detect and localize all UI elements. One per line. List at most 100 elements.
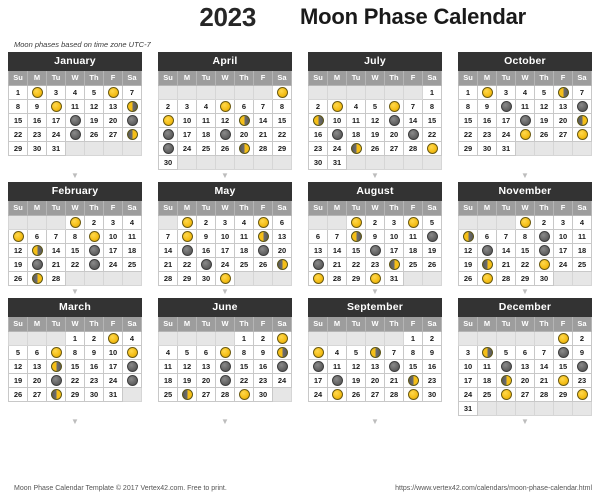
- empty-day-cell: [46, 331, 66, 346]
- day-cell-moon: [534, 243, 554, 258]
- month-block-july: July Su M Tu W Th F Sa 1 2 4 5 7 8 10 11 12 14 15 16 18 19 20 2…: [300, 52, 450, 170]
- day-cell-moon: [177, 215, 197, 230]
- empty-day-cell: [103, 141, 123, 156]
- weekday-header-su: Su: [8, 200, 28, 216]
- empty-day-cell: [572, 271, 592, 286]
- day-cell: 7: [122, 85, 142, 100]
- day-cell: 30: [253, 387, 273, 402]
- day-cell-moon: [27, 85, 47, 100]
- day-cell: 24: [553, 257, 573, 272]
- day-cell-moon: [103, 85, 123, 100]
- day-cell-moon: [122, 99, 142, 114]
- empty-day-cell: [196, 155, 216, 170]
- day-cell: 18: [477, 373, 497, 388]
- day-cell: 14: [534, 359, 554, 374]
- page-year: 2023: [199, 2, 256, 32]
- new-moon-icon: [276, 361, 288, 372]
- day-cell: 30: [196, 271, 216, 286]
- empty-day-cell: [327, 85, 347, 100]
- empty-day-cell: [422, 155, 442, 170]
- first-quarter-moon-icon: [350, 143, 362, 154]
- day-cell-moon: [46, 359, 66, 374]
- full-moon-icon: [50, 347, 62, 358]
- day-cell: 21: [253, 127, 273, 142]
- day-cell-moon: [477, 85, 497, 100]
- day-cell: 25: [122, 257, 142, 272]
- day-cell-moon: [177, 387, 197, 402]
- weekday-header-w: W: [65, 316, 85, 332]
- weekday-header-f: F: [553, 200, 573, 216]
- day-cell: 21: [496, 257, 516, 272]
- full-moon-icon: [181, 231, 193, 242]
- empty-day-cell: [346, 85, 366, 100]
- day-cell: 2: [84, 331, 104, 346]
- last-quarter-moon-icon: [276, 347, 288, 358]
- day-cell: 5: [534, 85, 554, 100]
- day-cell: 2: [308, 99, 328, 114]
- day-cell: 8: [422, 99, 442, 114]
- weekday-header-sa: Sa: [272, 70, 292, 86]
- day-cell: 15: [422, 113, 442, 128]
- day-cell: 9: [84, 345, 104, 360]
- weekday-header-su: Su: [458, 200, 478, 216]
- day-cell: 5: [177, 345, 197, 360]
- day-cell: 19: [84, 113, 104, 128]
- day-cell: 15: [403, 359, 423, 374]
- empty-day-cell: [477, 215, 497, 230]
- day-cell: 26: [458, 271, 478, 286]
- day-cell: 12: [8, 359, 28, 374]
- month-name: October: [458, 52, 592, 71]
- day-cell-moon: [534, 257, 554, 272]
- day-cell: 19: [458, 257, 478, 272]
- day-cell: 22: [65, 373, 85, 388]
- full-moon-icon: [331, 389, 343, 400]
- day-cell: 9: [477, 99, 497, 114]
- weekday-header-m: M: [177, 200, 197, 216]
- weekday-header-sa: Sa: [422, 316, 442, 332]
- day-cell: 28: [496, 271, 516, 286]
- day-cell-moon: [477, 345, 497, 360]
- day-cell-moon: [234, 141, 254, 156]
- day-cell-moon: [572, 113, 592, 128]
- day-cell: 11: [346, 113, 366, 128]
- day-cell: 18: [158, 373, 178, 388]
- month-block-june: June Su M Tu W Th F Sa 1 2 4 5 6 8 9 11 12 13 15 16 18 19 20 22…: [150, 298, 300, 416]
- day-cell: 24: [177, 141, 197, 156]
- day-cell: 18: [346, 127, 366, 142]
- day-cell: 17: [458, 373, 478, 388]
- full-moon-icon: [312, 273, 324, 284]
- full-moon-icon: [538, 259, 550, 270]
- day-cell: 13: [27, 359, 47, 374]
- weekday-header-w: W: [515, 200, 535, 216]
- day-cell: 24: [458, 387, 478, 402]
- full-moon-icon: [88, 231, 100, 242]
- new-moon-icon: [69, 115, 81, 126]
- day-cell-moon: [27, 243, 47, 258]
- day-cell-moon: [496, 359, 516, 374]
- full-moon-icon: [257, 217, 269, 228]
- month-block-february: February Su M Tu W Th F Sa 2 3 4 6 7 8 10 11 12 14 15 17 18 1…: [0, 182, 150, 286]
- day-cell: 24: [308, 387, 328, 402]
- month-table: August Su M Tu W Th F Sa 2 3 5 6 7 9 10 11 13 14 15 17 18 19 2…: [308, 182, 442, 286]
- month-block-august: August Su M Tu W Th F Sa 2 3 5 6 7 9 10 11 13 14 15 17 18 19 2…: [300, 182, 450, 286]
- weekday-header-su: Su: [308, 200, 328, 216]
- day-cell: 28: [253, 141, 273, 156]
- first-quarter-moon-icon: [126, 129, 138, 140]
- day-cell: 26: [8, 387, 28, 402]
- day-cell-moon: [572, 99, 592, 114]
- day-cell: 16: [253, 359, 273, 374]
- day-cell: 11: [65, 99, 85, 114]
- day-cell: 27: [27, 387, 47, 402]
- month-block-september: September Su M Tu W Th F Sa 1 2 4 5 7 8 9 11 12 13 15 16 17 1…: [300, 298, 450, 416]
- day-cell-moon: [553, 373, 573, 388]
- day-cell: 11: [234, 229, 254, 244]
- day-cell: 31: [496, 141, 516, 156]
- month-row: February Su M Tu W Th F Sa 2 3 4 6 7 8 10 11 12 14 15 17 18 1…: [0, 182, 600, 286]
- weekday-header-m: M: [177, 316, 197, 332]
- weekday-header-m: M: [27, 200, 47, 216]
- day-cell: 11: [403, 229, 423, 244]
- day-cell: 28: [46, 271, 66, 286]
- down-arrow-icon: ▼: [521, 287, 529, 296]
- empty-day-cell: [84, 271, 104, 286]
- day-cell: 20: [272, 243, 292, 258]
